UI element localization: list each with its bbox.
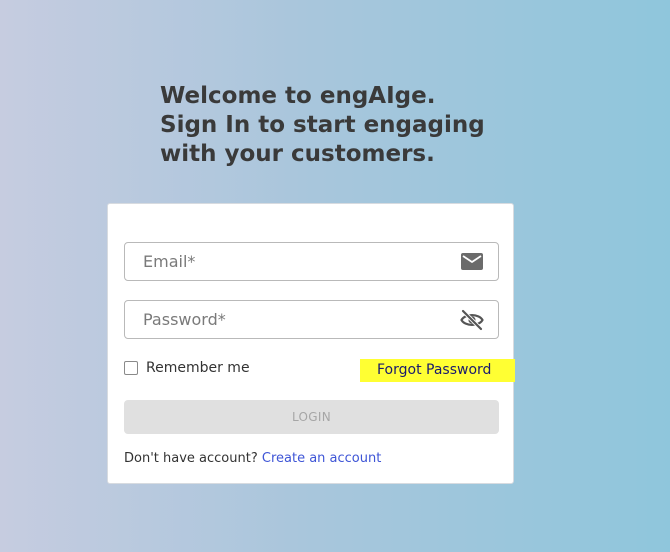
- password-field-wrapper: [124, 300, 499, 339]
- welcome-heading: Welcome to engAIge. Sign In to start eng…: [160, 82, 500, 169]
- forgot-password-link[interactable]: Forgot Password: [360, 359, 515, 382]
- eye-off-icon[interactable]: [460, 309, 484, 331]
- email-field-wrapper: [124, 242, 499, 281]
- login-card: Remember me Forgot Password LOGIN Don't …: [107, 203, 515, 484]
- remember-me[interactable]: Remember me: [124, 360, 250, 376]
- no-account-text: Don't have account?: [124, 451, 258, 466]
- email-field[interactable]: [125, 243, 463, 280]
- heading-line-1: Welcome to engAIge.: [160, 83, 436, 109]
- remember-me-label: Remember me: [146, 360, 250, 376]
- mail-icon: [460, 251, 484, 273]
- login-button[interactable]: LOGIN: [124, 400, 499, 434]
- password-field[interactable]: [125, 301, 463, 338]
- heading-line-3: with your customers.: [160, 141, 435, 167]
- heading-line-2: Sign In to start engaging: [160, 112, 485, 138]
- remember-me-checkbox[interactable]: [124, 361, 138, 375]
- create-account-link[interactable]: Create an account: [262, 451, 381, 466]
- signup-prompt: Don't have account? Create an account: [124, 451, 381, 466]
